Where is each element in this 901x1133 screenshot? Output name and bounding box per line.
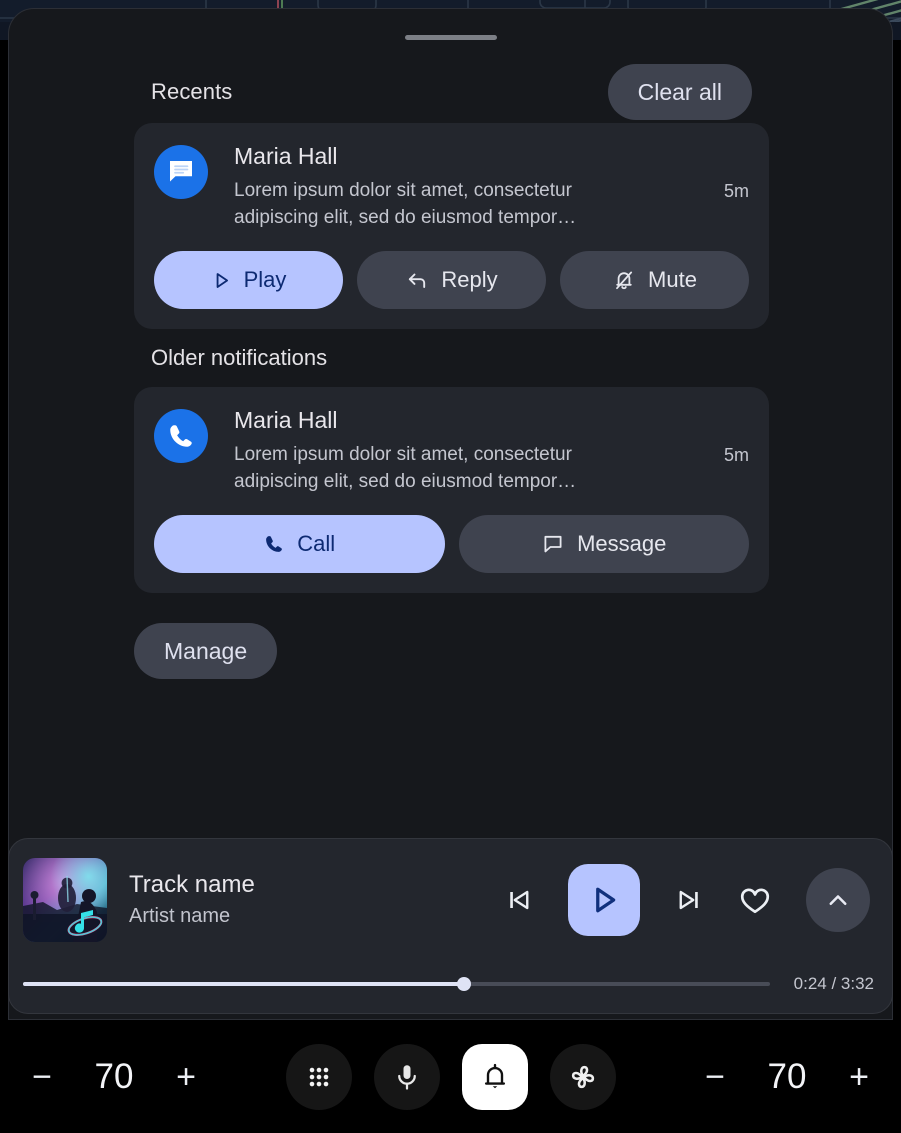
skip-next-icon	[679, 890, 698, 910]
media-player-card: Track name Artist name 0:24 / 3:32	[8, 838, 893, 1014]
messages-icon	[170, 161, 192, 182]
album-art[interactable]	[23, 858, 107, 942]
skip-next-button[interactable]	[674, 885, 704, 915]
artist-name: Artist name	[129, 905, 231, 927]
notification-body: Lorem ipsum dolor sit amet, consectetur …	[234, 444, 577, 492]
reply-action-button[interactable]: Reply	[357, 251, 546, 309]
heart-icon	[740, 888, 770, 914]
chevron-up-icon	[829, 895, 847, 906]
automotive-screen: Recents Clear all Maria Hall Lorem ipsum…	[0, 0, 901, 1133]
play-pause-button[interactable]	[568, 864, 640, 936]
media-progress-row: 0:24 / 3:32	[9, 961, 892, 1007]
left-volume-control: − 70 +	[0, 1054, 228, 1100]
skip-previous-button[interactable]	[504, 885, 534, 915]
messages-app-avatar	[154, 145, 208, 199]
notification-actions: Call Message	[154, 515, 749, 573]
notification-timestamp: 5m	[723, 181, 749, 201]
notification-actions: Play Reply Mute	[154, 251, 749, 309]
reply-arrow-icon	[409, 273, 426, 288]
microphone-button[interactable]	[373, 1043, 440, 1110]
expand-media-button[interactable]	[806, 868, 870, 932]
fan-icon	[571, 1065, 594, 1088]
right-volume-control: − 70 +	[673, 1054, 901, 1100]
right-volume-value: 70	[767, 1056, 807, 1096]
track-name: Track name	[129, 871, 255, 898]
media-progress-slider[interactable]	[23, 977, 770, 991]
call-action-button[interactable]: Call	[154, 515, 445, 573]
chat-bubble-icon	[544, 535, 562, 553]
media-controls	[397, 864, 874, 936]
bell-slash-icon	[616, 271, 633, 290]
right-volume-increase-button[interactable]: +	[840, 1054, 878, 1100]
phone-icon	[266, 536, 283, 552]
bottom-navigation-bar: − 70 + − 70 +	[0, 1020, 901, 1133]
notification-body-row: Lorem ipsum dolor sit amet, consectetur …	[234, 441, 749, 495]
notification-body-row: Lorem ipsum dolor sit amet, consectetur …	[234, 177, 749, 231]
notifications-button[interactable]	[461, 1043, 528, 1110]
mute-action-label: Mute	[648, 267, 697, 292]
media-progress-thumb[interactable]	[456, 977, 471, 991]
climate-fan-button[interactable]	[549, 1043, 616, 1110]
clear-all-button[interactable]: Clear all	[607, 64, 752, 120]
media-progress-fill	[23, 982, 464, 986]
media-metadata: Track name Artist name	[107, 869, 397, 931]
message-action-button[interactable]: Message	[458, 515, 749, 573]
recents-title: Recents	[151, 79, 233, 104]
notification-body: Lorem ipsum dolor sit amet, consectetur …	[234, 180, 577, 228]
message-action-label: Message	[577, 531, 667, 556]
manage-button[interactable]: Manage	[134, 623, 278, 679]
microphone-icon	[397, 1064, 416, 1090]
older-notifications-title: Older notifications	[151, 345, 328, 370]
notification-sender: Maria Hall	[234, 143, 338, 169]
notification-card-older[interactable]: Maria Hall Lorem ipsum dolor sit amet, c…	[134, 387, 769, 593]
notification-header: Maria Hall Lorem ipsum dolor sit amet, c…	[154, 141, 749, 231]
phone-icon	[170, 425, 192, 447]
notification-card-recents[interactable]: Maria Hall Lorem ipsum dolor sit amet, c…	[134, 123, 769, 329]
right-volume-decrease-button[interactable]: −	[696, 1054, 734, 1100]
notification-text-block: Maria Hall Lorem ipsum dolor sit amet, c…	[208, 405, 749, 495]
panel-drag-handle[interactable]	[404, 35, 497, 40]
media-player-main-row: Track name Artist name	[9, 839, 892, 961]
notification-text-block: Maria Hall Lorem ipsum dolor sit amet, c…	[208, 141, 749, 231]
phone-app-avatar	[154, 409, 208, 463]
media-time-label: 0:24 / 3:32	[793, 974, 874, 993]
concert-album-art	[23, 858, 107, 942]
skip-previous-icon	[510, 890, 529, 910]
reply-action-label: Reply	[441, 267, 498, 292]
play-icon	[596, 887, 616, 913]
play-action-label: Play	[243, 267, 287, 292]
play-icon	[216, 272, 228, 288]
notification-list: Recents Clear all Maria Hall Lorem ipsum…	[9, 61, 892, 679]
favorite-button[interactable]	[738, 883, 772, 917]
left-volume-value: 70	[94, 1056, 134, 1096]
notification-timestamp: 5m	[723, 445, 749, 465]
left-volume-increase-button[interactable]: +	[167, 1054, 205, 1100]
apps-grid-icon	[309, 1067, 328, 1086]
notification-sender: Maria Hall	[234, 407, 338, 433]
bell-icon	[484, 1063, 505, 1088]
mute-action-button[interactable]: Mute	[560, 251, 749, 309]
recents-section-header: Recents Clear all	[9, 61, 892, 123]
apps-grid-button[interactable]	[285, 1043, 352, 1110]
navbar-center-items	[228, 1043, 673, 1110]
call-action-label: Call	[297, 531, 336, 556]
play-action-button[interactable]: Play	[154, 251, 343, 309]
left-volume-decrease-button[interactable]: −	[23, 1054, 61, 1100]
notification-header: Maria Hall Lorem ipsum dolor sit amet, c…	[154, 405, 749, 495]
